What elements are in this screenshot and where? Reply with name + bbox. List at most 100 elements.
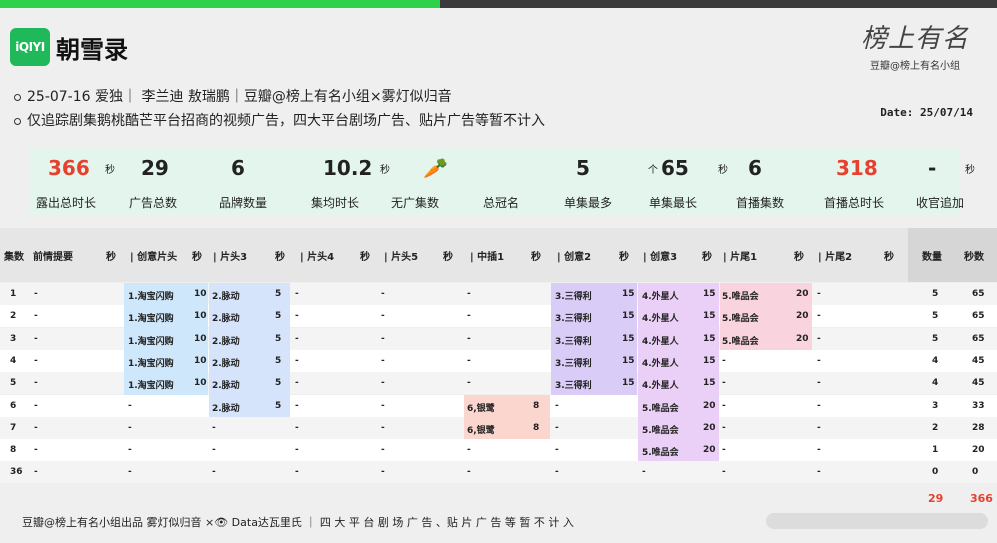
- table-cell-n: 0: [932, 467, 939, 478]
- table-cell-n: 4: [932, 378, 939, 389]
- stat-value: 318: [836, 156, 878, 180]
- table-cell-m1: -: [467, 378, 471, 389]
- table-cell-c1s: 10: [194, 355, 207, 366]
- table-cell-sec: 45: [972, 378, 985, 389]
- table-cell-c4: -: [295, 355, 299, 366]
- column-header: | 片头4: [300, 252, 335, 263]
- table-cell-n: 1: [932, 445, 939, 456]
- stat-label: 单集最长: [649, 196, 698, 210]
- table-cell-c4: -: [295, 445, 299, 456]
- table-cell-ep: 3: [10, 333, 17, 344]
- stat-label: 收官追加: [916, 196, 965, 210]
- table-cell-e2: -: [817, 355, 821, 366]
- table-cell-cr3: 4.外星人: [642, 358, 679, 369]
- table-cell-c3s: 5: [275, 289, 282, 299]
- table-cell-e2: -: [817, 378, 821, 389]
- info-line-1: 25-07-16 爱独｜ 李兰迪 敖瑞鹏｜豆瓣@榜上有名小组×雾灯似归音: [14, 86, 452, 106]
- table-cell-e1: -: [722, 422, 726, 433]
- table-cell-c1: 1.淘宝闪购: [128, 314, 174, 325]
- column-header: 秒: [106, 252, 116, 263]
- table-cell-c1: 1.淘宝闪购: [128, 336, 174, 347]
- table-cell-sec: 33: [972, 400, 985, 411]
- brand-script-logo: 榜上有名: [860, 24, 969, 54]
- table-cell-cr3: 4.外星人: [642, 292, 679, 302]
- table-row: [0, 461, 997, 484]
- column-header: 秒: [531, 252, 541, 263]
- total-seconds: 366: [970, 492, 993, 505]
- table-cell-ep: 2: [10, 311, 17, 322]
- table-cell-c1: -: [128, 467, 132, 478]
- table-cell-ep: 1: [10, 289, 17, 299]
- stat-value: 366: [48, 156, 90, 180]
- column-header: 秒: [794, 252, 804, 263]
- table-cell-c5: -: [381, 289, 385, 299]
- table-cell-c3: 2.脉动: [212, 403, 240, 414]
- watermark-bar: [766, 513, 988, 529]
- table-cell-m1: -: [467, 311, 471, 322]
- info-line-1-text: 25-07-16 爱独｜ 李兰迪 敖瑞鹏｜豆瓣@榜上有名小组×雾灯似归音: [27, 89, 452, 105]
- table-cell-c3: -: [212, 422, 216, 433]
- column-header: | 创意2: [557, 252, 592, 263]
- table-cell-c3s: 5: [275, 311, 282, 322]
- stat-value: -: [928, 156, 937, 180]
- stat-unit: 秒: [380, 165, 390, 176]
- table-cell-ep: 6: [10, 400, 17, 411]
- table-cell-prev: -: [34, 311, 38, 322]
- table-cell-cr2: -: [555, 422, 559, 433]
- table-cell-c5: -: [381, 467, 385, 478]
- table-cell-cr3: 4.外星人: [642, 336, 679, 347]
- column-header: | 创意3: [643, 252, 678, 263]
- table-cell-n: 4: [932, 355, 939, 366]
- table-cell-c3: 2.脉动: [212, 314, 240, 325]
- stats-panel: 366 秒露出总时长 29 广告总数 6 品牌数量 10.2 秒集均时长 🥕 无广集数 总冠名 5 个单…: [30, 148, 975, 216]
- table-cell-prev: -: [34, 378, 38, 389]
- table-cell-cr2: 3.三得利: [555, 381, 592, 392]
- table-cell-c1: -: [128, 445, 132, 456]
- stat-unit: 个: [648, 165, 658, 176]
- table-cell-n: 5: [932, 311, 939, 322]
- table-cell-ep: 36: [10, 467, 23, 478]
- table-cell-e1s: 20: [796, 333, 809, 344]
- stat-value: 5: [576, 156, 590, 180]
- stat-label: 总冠名: [483, 196, 520, 210]
- table-cell-c1: 1.淘宝闪购: [128, 381, 174, 392]
- table-cell-c3s: 5: [275, 355, 282, 366]
- table-cell-c5: -: [381, 378, 385, 389]
- table-cell-c1: 1.淘宝闪购: [128, 358, 174, 369]
- table-cell-sec: 65: [972, 289, 985, 299]
- table-cell-prev: -: [34, 445, 38, 456]
- table-cell-e2: -: [817, 422, 821, 433]
- table-cell-cr3: 5.唯品会: [642, 448, 679, 459]
- table-cell-cr2: -: [555, 445, 559, 456]
- column-header: 秒: [884, 252, 894, 263]
- table-cell-cr3: 4.外星人: [642, 381, 679, 392]
- table-cell-c4: -: [295, 378, 299, 389]
- table-cell-m1: -: [467, 355, 471, 366]
- table-cell-n: 3: [932, 400, 939, 411]
- table-cell-cr2s: 15: [622, 355, 635, 366]
- table-cell-e2: -: [817, 467, 821, 478]
- table-cell-m1s: 8: [533, 400, 540, 411]
- table-cell-cr2s: 15: [622, 333, 635, 344]
- table-cell-c4: -: [295, 289, 299, 299]
- column-header: 秒: [360, 252, 370, 263]
- table-cell-e1: 5.唯品会: [722, 336, 759, 347]
- column-header: 前情提要: [33, 252, 73, 263]
- table-cell-ep: 4: [10, 355, 17, 366]
- table-cell-n: 5: [932, 333, 939, 344]
- table-cell-cr2: 3.三得利: [555, 358, 592, 369]
- stat-value: 10.2: [323, 156, 373, 180]
- table-cell-prev: -: [34, 467, 38, 478]
- table-cell-cr3s: 15: [703, 311, 716, 322]
- stat-label: 品牌数量: [219, 196, 268, 210]
- table-cell-m1: -: [467, 333, 471, 344]
- table-cell-c4: -: [295, 311, 299, 322]
- table-cell-e1s: 20: [796, 311, 809, 322]
- table-cell-prev: -: [34, 422, 38, 433]
- table-cell-cr3: -: [642, 467, 646, 478]
- bullet-icon: [14, 93, 21, 101]
- table-cell-e1: -: [722, 378, 726, 389]
- table-cell-e2: -: [817, 333, 821, 344]
- table-cell-e1: -: [722, 445, 726, 456]
- column-header: 秒: [443, 252, 453, 263]
